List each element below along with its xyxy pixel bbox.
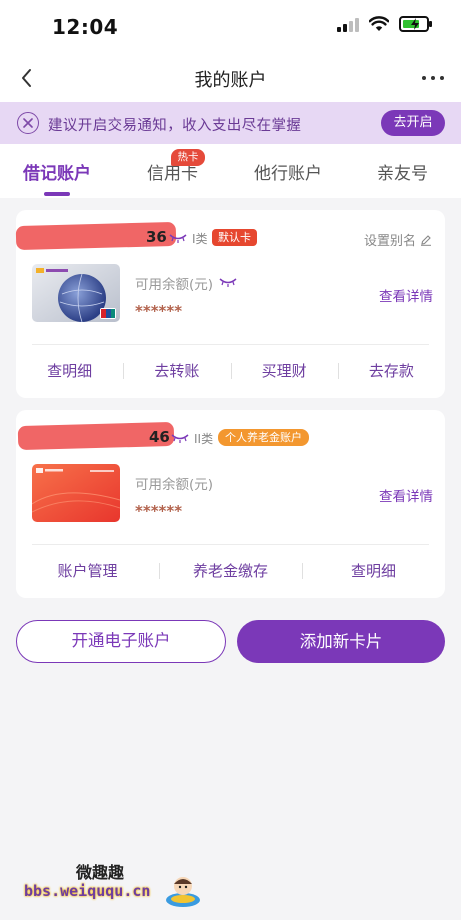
view-details-link[interactable]: 查看详情 (379, 485, 433, 505)
divider (32, 344, 429, 345)
balance-value: ****** (135, 502, 183, 520)
tab-family-account[interactable]: 亲友号 (377, 159, 428, 184)
notification-banner: 建议开启交易通知，收入支出尽在掌握 去开启 (0, 102, 461, 144)
hot-badge: 热卡 (171, 149, 205, 166)
account-number-suffix: 46 (149, 428, 170, 446)
transfer-button[interactable]: 去转账 (123, 351, 230, 391)
pension-deposit-button[interactable]: 养老金缴存 (159, 551, 302, 591)
account-card[interactable]: 36 I类 默认卡 设置别名 可用余额(元) ****** 查看详情 查明细 去… (15, 210, 445, 398)
edit-icon (421, 234, 431, 246)
active-tab-indicator (44, 192, 70, 196)
cellular-signal-icon (337, 16, 359, 32)
notice-text: 建议开启交易通知，收入支出尽在掌握 (48, 118, 302, 134)
site-watermark: 微趣趣 bbs.weiququ.cn (14, 842, 206, 914)
status-icons (337, 16, 432, 32)
view-details-link[interactable]: 查看详情 (379, 285, 433, 305)
default-card-badge: 默认卡 (212, 229, 257, 246)
balance-label: 可用余额(元) (135, 277, 214, 293)
mascot-icon (166, 877, 200, 907)
set-alias-button[interactable]: 设置别名 (364, 230, 432, 249)
account-type: II类 (194, 432, 214, 446)
set-alias-label: 设置别名 (363, 234, 416, 249)
account-management-button[interactable]: 账户管理 (16, 551, 159, 591)
watermark-title: 微趣趣 (76, 863, 125, 882)
balance-label: 可用余额(元) (135, 477, 214, 493)
tab-debit-account[interactable]: 借记账户 (23, 159, 91, 184)
more-dot-icon (440, 76, 444, 80)
bank-card-image (32, 464, 120, 522)
bank-card-image (32, 264, 120, 322)
more-dot-icon (422, 76, 426, 80)
close-notice-icon[interactable] (17, 112, 39, 134)
view-transactions-button[interactable]: 查明细 (302, 551, 445, 591)
balance-value: ****** (135, 302, 183, 320)
divider (32, 544, 429, 545)
account-card[interactable]: 46 II类 个人养老金账户 可用余额(元) ****** 查看详情 账户管理 … (16, 410, 445, 598)
view-transactions-button[interactable]: 查明细 (16, 351, 123, 391)
hide-balance-eye-icon[interactable] (219, 277, 237, 287)
account-number-suffix: 36 (146, 228, 167, 246)
add-new-card-button[interactable]: 添加新卡片 (237, 620, 445, 663)
status-bar: 12:04 (0, 0, 461, 54)
buy-wealth-product-button[interactable]: 买理财 (230, 351, 338, 391)
more-dot-icon (431, 76, 435, 80)
watermark-url: bbs.weiququ.cn (24, 882, 151, 900)
open-e-account-button[interactable]: 开通电子账户 (16, 620, 226, 663)
status-time: 12:04 (52, 15, 119, 39)
deposit-button[interactable]: 去存款 (337, 351, 445, 391)
navigation-bar: 我的账户 (0, 54, 461, 102)
account-type: I类 (192, 232, 208, 246)
battery-icon (399, 16, 432, 32)
enable-notification-button[interactable]: 去开启 (381, 110, 445, 136)
account-actions: 查明细 去转账 买理财 去存款 (16, 351, 445, 391)
account-tabs: 借记账户 信用卡 热卡 他行账户 亲友号 (0, 144, 461, 198)
pension-account-badge: 个人养老金账户 (218, 429, 309, 446)
hide-eye-icon[interactable] (171, 433, 189, 443)
wifi-icon (369, 16, 389, 31)
account-actions: 账户管理 养老金缴存 查明细 (16, 551, 445, 591)
page-title: 我的账户 (194, 70, 267, 91)
more-options-button[interactable] (419, 64, 447, 92)
hide-eye-icon[interactable] (169, 233, 187, 243)
tab-other-bank-account[interactable]: 他行账户 (254, 159, 322, 184)
